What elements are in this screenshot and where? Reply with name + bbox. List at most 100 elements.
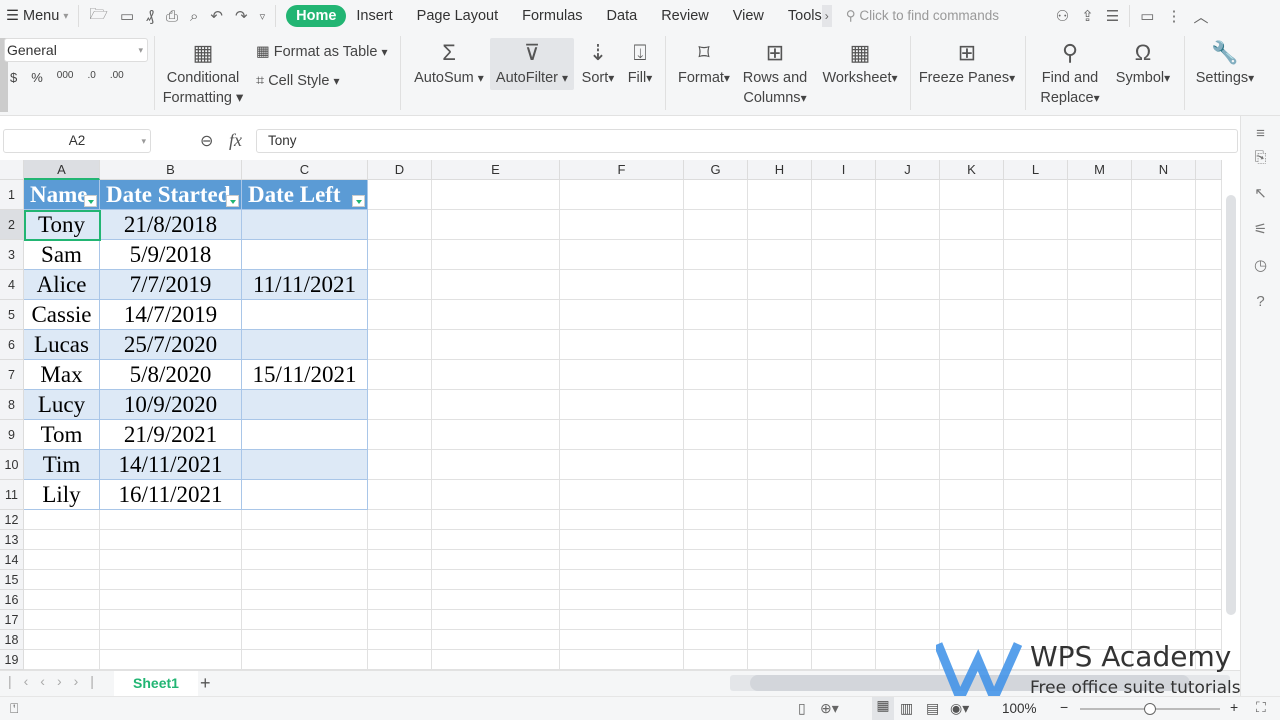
cell[interactable]	[242, 590, 368, 610]
cell[interactable]	[748, 330, 812, 360]
cell[interactable]	[1068, 360, 1132, 390]
cell[interactable]	[940, 270, 1004, 300]
history-icon[interactable]: ◷	[1241, 248, 1280, 284]
cell-style-button[interactable]: ⌗ Cell Style ▾	[256, 71, 340, 91]
cell[interactable]	[940, 650, 1004, 670]
table-cell[interactable]: 15/11/2021	[242, 360, 368, 390]
cell[interactable]	[560, 300, 684, 330]
cell[interactable]	[368, 270, 432, 300]
cell[interactable]	[1196, 210, 1222, 240]
cell[interactable]	[1068, 180, 1132, 210]
sheet-tab-sheet1[interactable]: Sheet1	[114, 671, 198, 696]
cell[interactable]	[100, 530, 242, 550]
table-cell[interactable]: 21/9/2021	[100, 420, 242, 450]
adjust-icon[interactable]: ⚟	[1241, 212, 1280, 248]
cell[interactable]	[876, 390, 940, 420]
cell[interactable]	[1068, 610, 1132, 630]
cell[interactable]	[1004, 650, 1068, 670]
cell[interactable]	[432, 480, 560, 510]
cell[interactable]	[940, 510, 1004, 530]
cell[interactable]	[432, 210, 560, 240]
vertical-scrollbar[interactable]	[1226, 195, 1236, 615]
cell[interactable]	[1004, 630, 1068, 650]
cell[interactable]	[812, 300, 876, 330]
cell[interactable]	[432, 300, 560, 330]
macro-icon[interactable]: ⍞	[10, 700, 18, 717]
find-replace-button[interactable]: ⚲Find andReplace▾	[1036, 38, 1104, 108]
cell[interactable]	[940, 240, 1004, 270]
cell[interactable]	[24, 530, 100, 550]
cell[interactable]	[1132, 420, 1196, 450]
column-header[interactable]: J	[876, 160, 940, 180]
cell[interactable]	[1004, 590, 1068, 610]
cell[interactable]	[684, 570, 748, 590]
cell[interactable]	[560, 530, 684, 550]
cell[interactable]	[432, 270, 560, 300]
cell[interactable]	[748, 530, 812, 550]
cell[interactable]	[1068, 650, 1132, 670]
table-cell[interactable]	[242, 450, 368, 480]
cell[interactable]	[876, 480, 940, 510]
cell[interactable]	[812, 530, 876, 550]
row-header[interactable]: 14	[0, 550, 24, 570]
cell[interactable]	[748, 550, 812, 570]
cell[interactable]	[1004, 390, 1068, 420]
cell[interactable]	[24, 610, 100, 630]
cell[interactable]	[368, 420, 432, 450]
cell[interactable]	[748, 420, 812, 450]
cell[interactable]	[1068, 270, 1132, 300]
cell[interactable]	[876, 550, 940, 570]
table-cell[interactable]: 21/8/2018	[100, 210, 242, 240]
cell[interactable]	[1196, 270, 1222, 300]
cell[interactable]	[368, 300, 432, 330]
row-header[interactable]: 11	[0, 480, 24, 510]
cell[interactable]	[432, 240, 560, 270]
cell[interactable]	[1004, 240, 1068, 270]
cell[interactable]	[684, 210, 748, 240]
print-preview-icon[interactable]: ⌕	[184, 8, 204, 25]
cell[interactable]	[812, 390, 876, 420]
row-header[interactable]: 2	[0, 210, 24, 240]
cell[interactable]	[368, 240, 432, 270]
cell[interactable]	[1068, 390, 1132, 420]
table-cell[interactable]: Sam	[24, 240, 100, 270]
cell[interactable]	[1004, 360, 1068, 390]
cell[interactable]	[242, 630, 368, 650]
cell[interactable]	[1196, 530, 1222, 550]
cell[interactable]	[1004, 270, 1068, 300]
cell[interactable]	[368, 510, 432, 530]
format-painter-icon[interactable]: ₰	[140, 8, 160, 25]
column-header[interactable]: N	[1132, 160, 1196, 180]
spreadsheet-grid[interactable]: ABCDEFGHIJKLMN12345678910111213141516171…	[0, 160, 1222, 670]
column-header[interactable]: I	[812, 160, 876, 180]
cell[interactable]	[748, 610, 812, 630]
column-header[interactable]: B	[100, 160, 242, 180]
row-header[interactable]: 10	[0, 450, 24, 480]
cell[interactable]	[242, 570, 368, 590]
column-header[interactable]: H	[748, 160, 812, 180]
zoom-out-button[interactable]: −	[1060, 699, 1068, 715]
export-icon[interactable]: ⇪	[1075, 7, 1100, 25]
cell[interactable]	[368, 530, 432, 550]
cell[interactable]	[368, 550, 432, 570]
table-cell[interactable]	[242, 330, 368, 360]
cell[interactable]	[812, 270, 876, 300]
column-header[interactable]	[1196, 160, 1222, 180]
cell[interactable]	[1068, 570, 1132, 590]
cell[interactable]	[684, 510, 748, 530]
cell[interactable]	[432, 330, 560, 360]
cell[interactable]	[432, 180, 560, 210]
column-header[interactable]: L	[1004, 160, 1068, 180]
cell[interactable]	[684, 480, 748, 510]
tab-home[interactable]: Home	[286, 5, 346, 27]
percent-button[interactable]: %	[31, 70, 43, 85]
cell[interactable]	[684, 630, 748, 650]
cell[interactable]	[1068, 510, 1132, 530]
fill-button[interactable]: ⍗Fill▾	[624, 38, 656, 88]
cell[interactable]	[368, 180, 432, 210]
cell[interactable]	[876, 420, 940, 450]
table-cell[interactable]: 5/8/2020	[100, 360, 242, 390]
cell[interactable]	[1132, 300, 1196, 330]
table-cell[interactable]	[242, 390, 368, 420]
autosum-button[interactable]: ΣAutoSum ▾	[412, 38, 486, 88]
